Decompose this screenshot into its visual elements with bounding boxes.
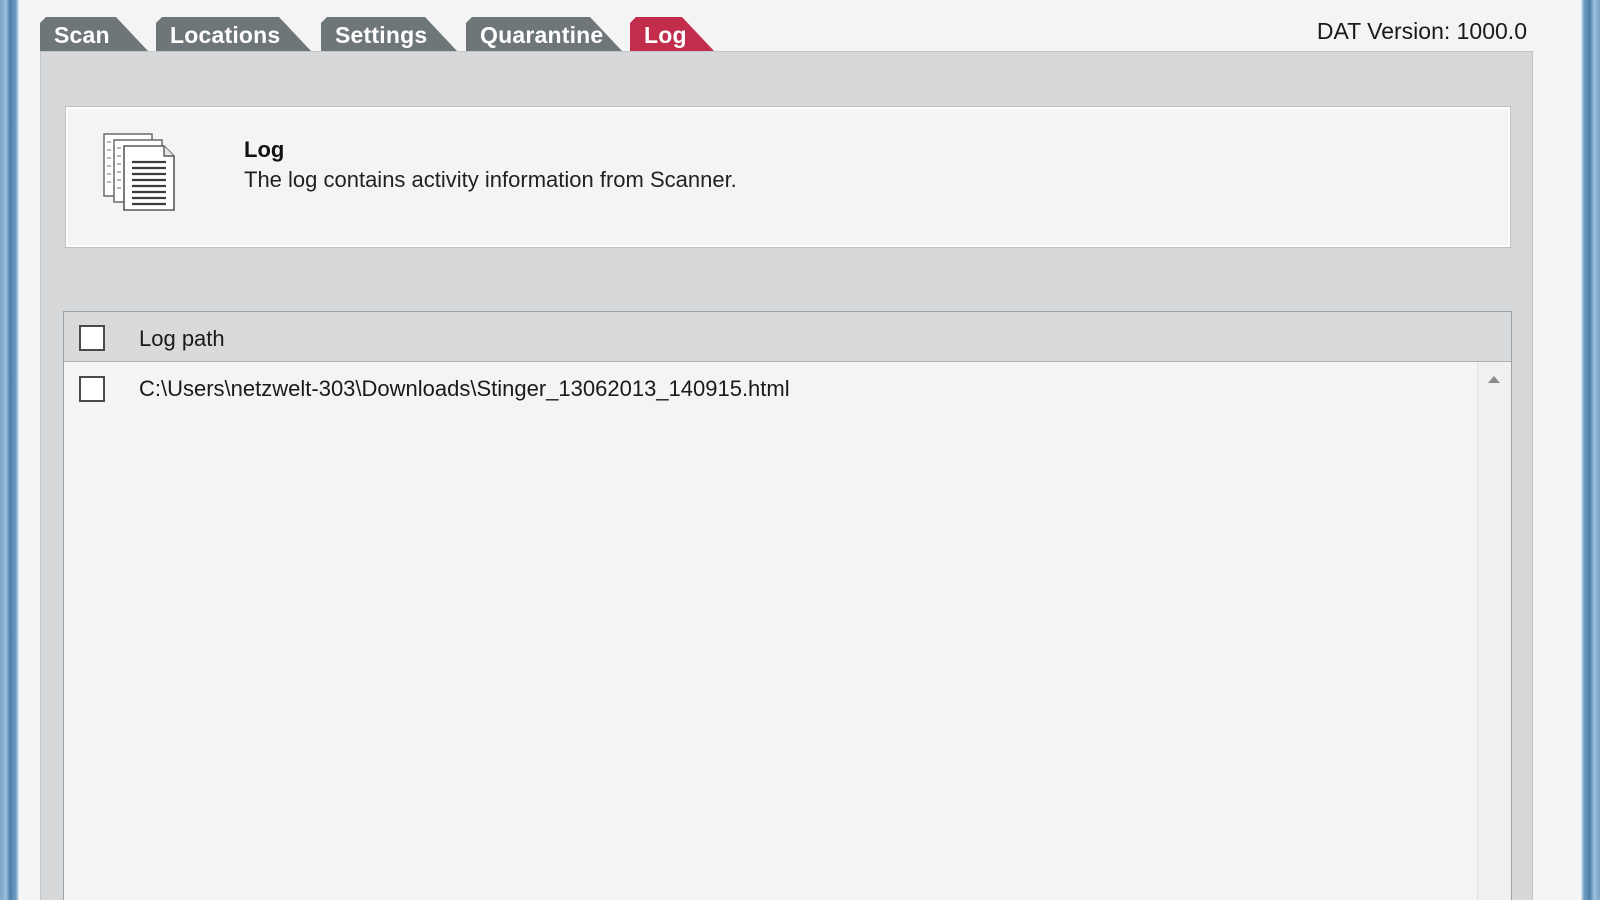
select-all-checkbox[interactable] [79,325,105,351]
dat-version-label: DAT Version: 1000.0 [1316,18,1527,44]
window-frame-right [1581,0,1600,900]
log-path-value: C:\Users\netzwelt-303\Downloads\Stinger_… [139,376,790,401]
list-item[interactable]: C:\Users\netzwelt-303\Downloads\Stinger_… [64,362,1474,414]
info-title: Log [244,137,285,162]
stinger-window: Scan Locations Settings Quarantine Log D… [19,0,1581,900]
scroll-up-arrow-icon[interactable] [1488,376,1500,383]
window-frame-left [0,0,19,900]
log-list-header: Log path [64,312,1511,362]
tab-quarantine[interactable]: Quarantine [466,17,622,51]
info-description: The log contains activity information fr… [244,167,737,192]
tab-locations[interactable]: Locations [156,17,311,51]
tab-settings[interactable]: Settings [321,17,457,51]
tab-log[interactable]: Log [630,17,714,51]
log-path-column-header[interactable]: Log path [139,326,225,352]
vertical-scrollbar[interactable] [1477,362,1511,900]
tab-scan[interactable]: Scan [40,17,148,51]
log-panel: Log The log contains activity informatio… [40,51,1533,900]
document-stack-icon [103,133,175,211]
row-checkbox[interactable] [79,376,105,402]
log-list: Log path C:\Users\netzwelt-303\Downloads… [63,311,1512,900]
info-box: Log The log contains activity informatio… [65,106,1511,248]
